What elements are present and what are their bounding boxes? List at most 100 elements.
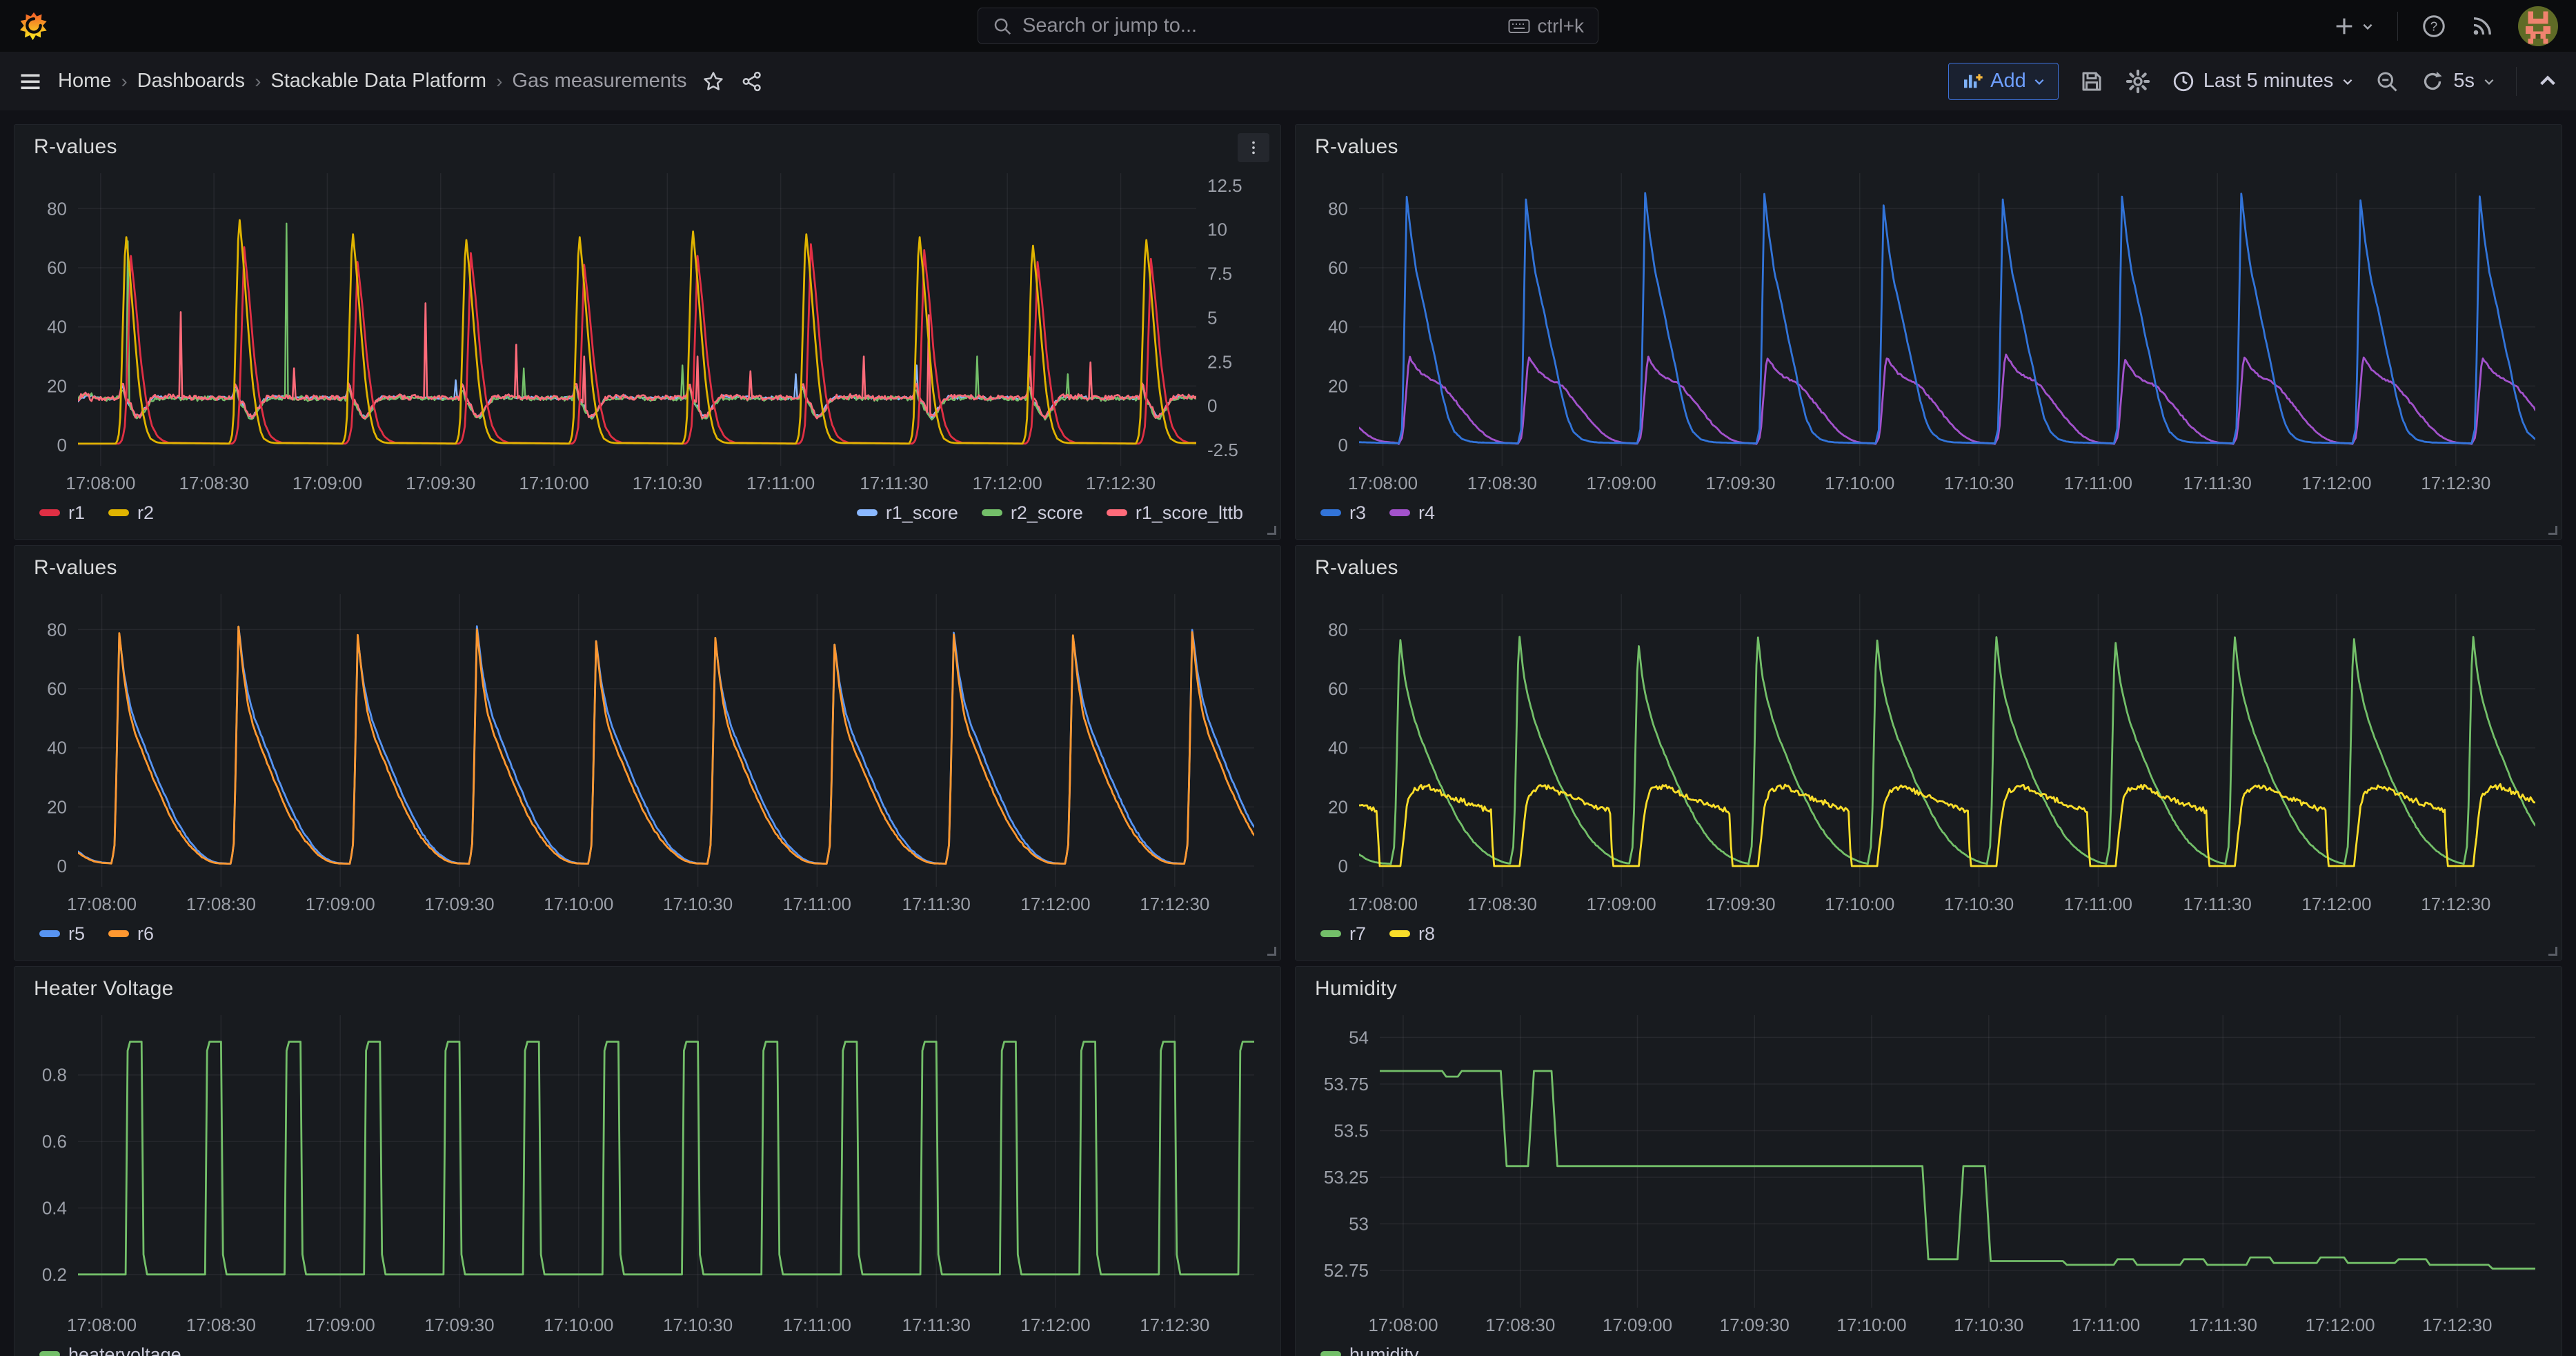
panel-title[interactable]: Heater Voltage [34,977,174,1001]
time-series-chart[interactable]: 17:08:0017:08:3017:09:0017:09:3017:10:00… [24,1004,1271,1339]
chart-box: 17:08:0017:08:3017:09:0017:09:3017:10:00… [24,162,1271,498]
legend-item[interactable]: r1_score_lttb [1107,502,1243,524]
chart-box: 17:08:0017:08:3017:09:0017:09:3017:10:00… [1305,583,2552,918]
panel-header[interactable]: R-values [24,132,1271,162]
legend-swatch [1389,930,1410,937]
breadcrumb-item[interactable]: Stackable Data Platform [270,70,486,92]
legend-swatch [982,509,1002,516]
legend-swatch [1107,509,1127,516]
zoom-out-button[interactable] [2375,69,2399,94]
dashboard-settings-button[interactable] [2125,68,2151,95]
user-avatar[interactable] [2518,6,2558,46]
time-series-chart[interactable]: 17:08:0017:08:3017:09:0017:09:3017:10:00… [24,583,1271,918]
svg-text:17:12:30: 17:12:30 [2422,1315,2492,1335]
legend-item[interactable]: r1 [39,502,85,524]
grafana-logo[interactable] [18,10,50,42]
svg-text:40: 40 [47,317,67,337]
legend-item[interactable]: r7 [1320,923,1366,945]
add-panel-button[interactable]: Add [1948,63,2059,100]
svg-text:40: 40 [1328,738,1348,758]
svg-text:17:08:30: 17:08:30 [186,894,256,914]
collapse-toolbar-button[interactable] [2537,71,2558,92]
svg-text:60: 60 [1328,678,1348,699]
svg-text:40: 40 [1328,317,1348,337]
panel: R-values 17:08:0017:08:3017:09:0017:09:3… [14,124,1281,540]
panel-legend: r3 r4 [1305,498,2552,533]
breadcrumb-separator: › [121,70,127,92]
panel-header[interactable]: R-values [24,553,1271,583]
panel-resize-handle[interactable] [2548,947,2557,956]
search-input[interactable] [1022,14,1498,37]
refresh-icon [2420,69,2445,94]
panel-menu-button[interactable] [1238,133,1269,162]
share-button[interactable] [740,70,764,93]
save-dashboard-button[interactable] [2079,69,2104,94]
breadcrumb-item[interactable]: Gas measurements [512,70,686,92]
panel-header[interactable]: R-values [1305,132,2552,162]
breadcrumb-separator: › [255,70,261,92]
panel-header[interactable]: Heater Voltage [24,974,1271,1004]
kebab-menu-icon [1246,140,1261,155]
chevron-down-icon [2361,20,2374,32]
legend-item[interactable]: r6 [108,923,154,945]
legend-item[interactable]: r2_score [982,502,1083,524]
legend-item[interactable]: r3 [1320,502,1366,524]
news-button[interactable] [2470,14,2495,39]
legend-item[interactable]: r5 [39,923,85,945]
panel-header[interactable]: R-values [1305,553,2552,583]
panel-legend: humidity [1305,1339,2552,1356]
time-series-chart[interactable]: 17:08:0017:08:3017:09:0017:09:3017:10:00… [1305,162,2552,498]
legend-label: r1 [68,502,85,524]
time-range-picker[interactable]: Last 5 minutes [2172,70,2355,93]
panel-title[interactable]: Humidity [1315,977,1397,1001]
legend-label: r1_score [886,502,958,524]
svg-text:17:11:30: 17:11:30 [902,1315,971,1335]
svg-text:-2.5: -2.5 [1207,440,1238,460]
mega-menu-button[interactable] [18,69,43,94]
svg-text:40: 40 [47,738,67,758]
svg-text:17:10:00: 17:10:00 [544,894,613,914]
refresh-button[interactable]: 5s [2420,69,2495,94]
breadcrumb-item[interactable]: Dashboards [137,70,245,92]
svg-text:17:08:00: 17:08:00 [67,894,137,914]
svg-text:60: 60 [47,678,67,699]
svg-text:17:12:00: 17:12:00 [2305,1315,2375,1335]
panel-resize-handle[interactable] [2548,526,2557,535]
time-series-chart[interactable]: 17:08:0017:08:3017:09:0017:09:3017:10:00… [1305,1004,2552,1339]
star-icon [702,70,725,93]
panel-title[interactable]: R-values [1315,556,1398,580]
panel-title[interactable]: R-values [34,135,117,159]
legend-swatch [108,509,129,516]
panel-header[interactable]: Humidity [1305,974,2552,1004]
help-button[interactable]: ? [2421,14,2446,39]
svg-text:17:08:30: 17:08:30 [1467,473,1537,493]
svg-text:80: 80 [1328,198,1348,219]
search-shortcut: ctrl+k [1508,15,1584,37]
svg-text:0.8: 0.8 [42,1065,67,1085]
gear-icon [2125,68,2151,95]
legend-item[interactable]: r2 [108,502,154,524]
legend-item[interactable]: r4 [1389,502,1435,524]
panel-resize-handle[interactable] [1267,947,1276,956]
new-button[interactable] [2332,14,2374,38]
legend-item[interactable]: r8 [1389,923,1435,945]
svg-text:17:11:00: 17:11:00 [746,473,815,493]
panel-title[interactable]: R-values [34,556,117,580]
legend-item[interactable]: heatervoltage [39,1344,181,1356]
global-search[interactable]: ctrl+k [978,8,1598,44]
panel-resize-handle[interactable] [1267,526,1276,535]
legend-item[interactable]: humidity [1320,1344,1419,1356]
svg-text:17:09:00: 17:09:00 [1603,1315,1672,1335]
panel-title[interactable]: R-values [1315,135,1398,159]
svg-text:60: 60 [47,257,67,278]
svg-text:17:10:00: 17:10:00 [1825,473,1894,493]
chart-box: 17:08:0017:08:3017:09:0017:09:3017:10:00… [24,1004,1271,1339]
time-series-chart[interactable]: 17:08:0017:08:3017:09:0017:09:3017:10:00… [24,162,1271,498]
breadcrumb-item[interactable]: Home [58,70,111,92]
add-panel-icon [1961,70,1983,92]
svg-text:20: 20 [47,796,67,817]
legend-item[interactable]: r1_score [857,502,958,524]
favorite-star-button[interactable] [702,70,725,93]
svg-text:7.5: 7.5 [1207,264,1232,284]
time-series-chart[interactable]: 17:08:0017:08:3017:09:0017:09:3017:10:00… [1305,583,2552,918]
